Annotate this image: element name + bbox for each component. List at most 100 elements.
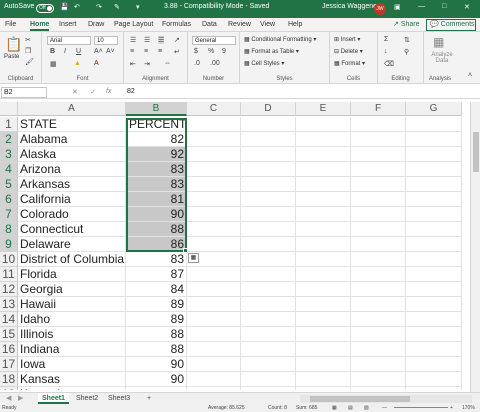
tab-data[interactable]: Data [202,21,217,28]
state-cell[interactable]: Georgia [18,282,126,297]
empty-cell[interactable] [406,207,462,222]
ribbon-display-icon[interactable]: ▣ [394,3,401,11]
empty-cell[interactable] [296,342,351,357]
empty-cell[interactable] [241,282,296,297]
empty-cell[interactable] [406,342,462,357]
empty-cell[interactable] [241,207,296,222]
row-header[interactable]: 17 [0,357,18,372]
shrink-font-icon[interactable]: A˅ [106,48,115,55]
column-header-a[interactable]: A [18,102,126,116]
empty-cell[interactable] [241,387,296,390]
empty-cell[interactable] [187,237,241,252]
empty-cell[interactable] [406,357,462,372]
zoom-level[interactable]: 170% [462,405,475,411]
state-cell[interactable]: Kansas [18,372,126,387]
cell-styles-button[interactable]: ▦ Cell Styles ▾ [244,60,284,67]
percent-cell[interactable]: 88 [126,222,187,237]
empty-cell[interactable] [296,162,351,177]
percent-cell[interactable]: 84 [126,282,187,297]
empty-cell[interactable] [351,252,406,267]
empty-cell[interactable] [241,312,296,327]
percent-cell[interactable]: 83 [126,252,187,267]
empty-cell[interactable] [241,222,296,237]
vertical-scrollbar[interactable] [470,102,480,392]
column-header-c[interactable]: C [187,102,241,116]
zoom-in-icon[interactable]: + [450,405,453,411]
empty-cell[interactable] [296,327,351,342]
empty-cell[interactable] [351,237,406,252]
empty-cell[interactable] [241,327,296,342]
top-align-icon[interactable]: ☰ [130,36,136,44]
empty-cell[interactable] [406,132,462,147]
minimize-icon[interactable]: — [418,3,425,10]
empty-cell[interactable] [241,192,296,207]
empty-cell[interactable] [296,237,351,252]
redo-icon[interactable]: ↷ [96,3,102,11]
avatar[interactable]: JW [374,3,386,15]
italic-icon[interactable]: I [64,48,66,55]
clear-icon[interactable]: ⌫ [384,60,394,68]
increase-decimal-icon[interactable]: .0 [194,60,200,67]
comma-style-icon[interactable]: 9 [222,48,226,55]
conditional-formatting-button[interactable]: ▦ Conditional Formatting ▾ [244,36,316,43]
state-cell[interactable]: Iowa [18,357,126,372]
empty-cell[interactable] [187,312,241,327]
sheet-tab-sheet2[interactable]: Sheet2 [72,393,102,404]
column-header-b[interactable]: B [126,102,187,116]
tab-insert[interactable]: Insert [59,21,77,28]
align-right-icon[interactable]: ≡ [158,48,162,55]
empty-cell[interactable] [241,372,296,387]
add-sheet-button[interactable]: + [143,393,155,404]
empty-cell[interactable] [241,267,296,282]
decrease-decimal-icon[interactable]: .00 [210,60,220,67]
percent-cell[interactable]: 89 [126,312,187,327]
name-box[interactable]: B2 [1,87,47,98]
empty-cell[interactable] [187,117,241,132]
percent-cell[interactable]: 83 [126,177,187,192]
tab-formulas[interactable]: Formulas [162,21,191,28]
row-header[interactable]: 14 [0,312,18,327]
empty-cell[interactable] [351,117,406,132]
empty-cell[interactable] [406,372,462,387]
empty-cell[interactable] [241,147,296,162]
tab-view[interactable]: View [260,21,275,28]
percent-cell[interactable]: 88 [126,342,187,357]
percent-cell[interactable]: 82 [126,132,187,147]
empty-cell[interactable] [406,252,462,267]
empty-cell[interactable] [351,267,406,282]
insert-cells-button[interactable]: ⊞ Insert ▾ [334,36,360,43]
empty-cell[interactable] [187,147,241,162]
next-sheet-icon[interactable]: ▶ [14,393,27,404]
underline-icon[interactable]: U [76,48,81,55]
empty-cell[interactable] [351,327,406,342]
cut-icon[interactable]: ✂ [25,36,31,44]
empty-cell[interactable] [187,342,241,357]
row-header[interactable]: 8 [0,222,18,237]
empty-cell[interactable] [187,267,241,282]
state-cell[interactable]: Illinois [18,327,126,342]
tab-help[interactable]: Help [288,21,302,28]
save-icon[interactable]: 💾 [60,3,69,11]
percent-cell[interactable]: PERCENT [126,117,187,132]
empty-cell[interactable] [187,282,241,297]
number-format-select[interactable]: General [192,36,236,45]
empty-cell[interactable] [187,207,241,222]
column-header-e[interactable]: E [296,102,351,116]
empty-cell[interactable] [406,147,462,162]
format-painter-icon[interactable]: 🖌 [25,58,34,66]
state-cell[interactable]: STATE [18,117,126,132]
vertical-scroll-thumb[interactable] [473,132,479,172]
select-all-corner[interactable] [0,102,18,116]
empty-cell[interactable] [406,192,462,207]
row-header[interactable]: 9 [0,237,18,252]
empty-cell[interactable] [351,387,406,390]
empty-cell[interactable] [187,132,241,147]
empty-cell[interactable] [187,297,241,312]
state-cell[interactable]: Arkansas [18,177,126,192]
percent-cell[interactable]: 90 [126,207,187,222]
state-cell[interactable]: Delaware [18,237,126,252]
empty-cell[interactable] [351,192,406,207]
empty-cell[interactable] [296,282,351,297]
state-cell[interactable]: Florida [18,267,126,282]
state-cell[interactable]: Arizona [18,162,126,177]
